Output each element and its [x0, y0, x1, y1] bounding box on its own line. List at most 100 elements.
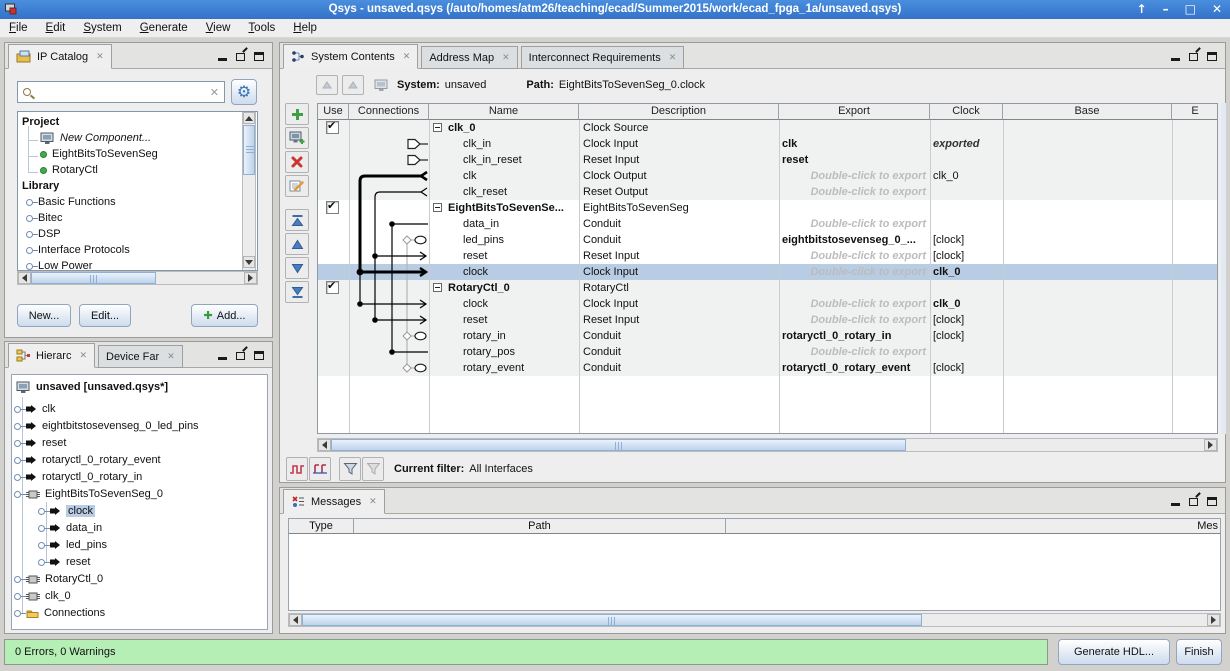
expand-knob-icon[interactable] [26, 215, 33, 222]
cell-description[interactable]: Conduit [581, 216, 777, 232]
restore-button[interactable]: ↑ [1137, 0, 1147, 19]
scroll-up-button[interactable] [243, 112, 255, 124]
move-top-button[interactable] [285, 209, 309, 231]
scroll-left-button[interactable] [289, 614, 302, 626]
close-icon[interactable]: ✕ [96, 52, 104, 62]
cell-export[interactable]: Double-click to export [780, 184, 928, 200]
cell-name[interactable]: clk_in_reset [461, 152, 579, 168]
expand-knob-icon[interactable] [14, 491, 21, 498]
minimize-button[interactable]: – [1163, 0, 1169, 19]
close-icon[interactable]: ✕ [369, 497, 377, 507]
cell-export[interactable]: clk [780, 136, 928, 152]
cell-description[interactable]: Reset Input [581, 152, 777, 168]
cell-description[interactable]: Clock Input [581, 296, 777, 312]
hier-item-connections[interactable]: Connections [14, 605, 105, 621]
scroll-thumb[interactable] [302, 614, 922, 626]
ip-item-rotaryctl[interactable]: RotaryCtl [18, 162, 257, 178]
scroll-down-button[interactable] [243, 256, 255, 268]
cell-name[interactable]: clk_reset [461, 184, 579, 200]
ip-item-low-power[interactable]: Low Power [18, 258, 257, 271]
panel-float-icon[interactable] [1189, 53, 1198, 61]
finish-button[interactable]: Finish [1176, 639, 1222, 665]
tab-interconnect-requirements[interactable]: Interconnect Requirements✕ [521, 46, 685, 69]
expand-knob-icon[interactable] [14, 593, 21, 600]
cell-name[interactable]: clk [461, 168, 579, 184]
cell-name[interactable]: clk_0 [446, 120, 579, 136]
cell-name[interactable]: rotary_event [461, 360, 579, 376]
tab-device-far[interactable]: Device Far✕ [98, 345, 183, 368]
ip-item-eightbitstosevenseg[interactable]: EightBitsToSevenSeg [18, 146, 257, 162]
collapse-icon[interactable] [433, 203, 442, 212]
column-header-clock[interactable]: Clock [930, 104, 1003, 120]
cell-description[interactable]: Conduit [581, 360, 777, 376]
tab-system-contents[interactable]: System Contents✕ [283, 44, 418, 69]
cell-description[interactable]: Reset Input [581, 312, 777, 328]
move-bottom-button[interactable] [285, 281, 309, 303]
cell-name[interactable]: rotary_in [461, 328, 579, 344]
close-icon[interactable]: ✕ [79, 351, 87, 361]
cell-export[interactable]: Double-click to export [780, 312, 928, 328]
cell-name[interactable]: clock [461, 264, 579, 280]
cell-description[interactable]: Conduit [581, 232, 777, 248]
expand-knob-icon[interactable] [26, 263, 33, 270]
column-header-description[interactable]: Description [579, 104, 779, 120]
hier-item-led-pins[interactable]: led_pins [38, 537, 107, 553]
expand-knob-icon[interactable] [14, 423, 21, 430]
menu-generate[interactable]: Generate [131, 19, 197, 38]
close-icon[interactable]: ✕ [669, 53, 677, 63]
use-checkbox[interactable]: ✔ [326, 201, 339, 214]
scroll-left-button[interactable] [318, 439, 331, 451]
move-up-button[interactable] [285, 233, 309, 255]
hier-item-eightbitstosevenseg-0-led-pins[interactable]: eightbitstosevenseg_0_led_pins [14, 418, 199, 434]
cell-description[interactable]: Reset Input [581, 248, 777, 264]
column-header-type[interactable]: Type [288, 518, 354, 534]
cell-export[interactable]: Double-click to export [780, 264, 928, 280]
column-header-connections[interactable]: Connections [349, 104, 429, 120]
cell-clock[interactable]: [clock] [931, 328, 1001, 344]
expand-knob-icon[interactable] [14, 406, 21, 413]
panel-minimize-icon[interactable] [1171, 58, 1180, 61]
hier-item-clk[interactable]: clk [14, 401, 55, 417]
ip-item-basic-functions[interactable]: Basic Functions [18, 194, 257, 210]
table-vscroll-track[interactable] [1221, 103, 1226, 434]
use-checkbox[interactable]: ✔ [326, 121, 339, 134]
cell-name[interactable]: led_pins [461, 232, 579, 248]
expand-knob-icon[interactable] [14, 576, 21, 583]
close-icon[interactable]: ✕ [403, 52, 411, 62]
expand-knob-icon[interactable] [38, 559, 45, 566]
filter-button[interactable] [339, 457, 361, 481]
cell-description[interactable]: RotaryCtl [581, 280, 777, 296]
panel-float-icon[interactable] [1189, 498, 1198, 506]
expand-knob-icon[interactable] [14, 610, 21, 617]
hier-root[interactable]: unsaved [unsaved.qsys*] [16, 379, 168, 395]
catalog-settings-button[interactable]: ⚙ [231, 79, 257, 105]
menu-help[interactable]: Help [284, 19, 326, 38]
cell-description[interactable]: Conduit [581, 328, 777, 344]
column-header-export[interactable]: Export [779, 104, 930, 120]
cell-name[interactable]: reset [461, 312, 579, 328]
cell-name[interactable]: RotaryCtl_0 [446, 280, 579, 296]
column-header-mes[interactable]: Mes [726, 518, 1221, 534]
clear-search-icon[interactable]: ✕ [210, 86, 219, 99]
panel-float-icon[interactable] [236, 53, 245, 61]
messages-hscroll[interactable] [288, 613, 1221, 627]
cell-name[interactable]: EightBitsToSevenSe... [446, 200, 579, 216]
cell-export[interactable]: reset [780, 152, 928, 168]
table-hscroll[interactable] [317, 438, 1218, 452]
cell-clock[interactable]: clk_0 [931, 264, 1001, 280]
filter-off-button[interactable] [362, 457, 384, 481]
collapse-icon[interactable] [433, 283, 442, 292]
cell-export[interactable]: rotaryctl_0_rotary_in [780, 328, 928, 344]
expand-knob-icon[interactable] [26, 231, 33, 238]
scroll-thumb[interactable] [31, 272, 156, 284]
close-button[interactable]: ✕ [1212, 0, 1222, 19]
cell-export[interactable]: Double-click to export [780, 344, 928, 360]
cell-description[interactable]: EightBitsToSevenSeg [581, 200, 777, 216]
panel-minimize-icon[interactable] [218, 357, 227, 360]
add-button[interactable] [285, 103, 309, 125]
hier-item-clk-0[interactable]: clk_0 [14, 588, 71, 604]
tab-ip-catalog[interactable]: IP Catalog ✕ [8, 44, 112, 69]
scroll-thumb[interactable] [243, 125, 255, 175]
search-input[interactable] [36, 86, 205, 98]
cell-clock[interactable]: [clock] [931, 232, 1001, 248]
